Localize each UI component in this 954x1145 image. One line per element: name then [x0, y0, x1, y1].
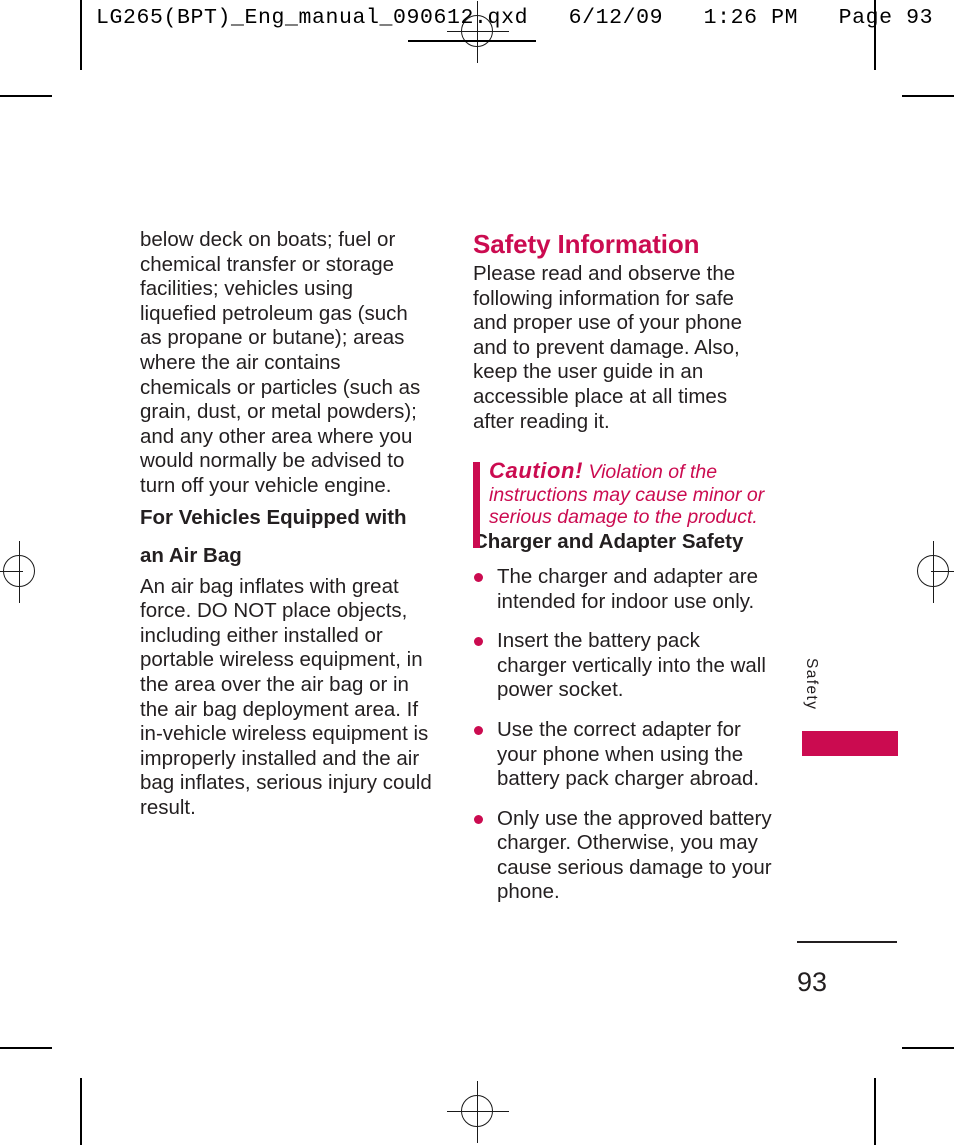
caution-text: Caution! Violation of the instructions m…: [489, 458, 773, 529]
left-paragraph-continuation: below deck on boats; fuel or chemical tr…: [140, 228, 421, 497]
caution-label: Caution!: [489, 458, 584, 484]
page-number: 93: [797, 967, 828, 997]
print-file-header: LG265(BPT)_Eng_manual_090612.qxd 6/12/09…: [96, 6, 934, 30]
caution-accent-bar: [473, 462, 480, 549]
charger-safety-bullet-list: The charger and adapter are intended for…: [473, 565, 773, 905]
list-item: Only use the approved battery charger. O…: [473, 807, 773, 905]
list-item-text: Insert the battery pack charger vertical…: [497, 629, 766, 702]
section-tab-label-safety: Safety: [803, 658, 820, 711]
right-column: Safety Information Please read and obser…: [473, 228, 773, 905]
heading-charger-and-adapter-safety: Charger and Adapter Safety: [473, 529, 744, 553]
list-item: Use the correct adapter for your phone w…: [473, 718, 773, 792]
page-title-safety-information: Safety Information: [473, 229, 700, 259]
heading-for-vehicles-equipped-with-an-air-bag: For Vehicles Equipped with an Air Bag: [140, 505, 407, 567]
manual-page: below deck on boats; fuel or chemical tr…: [0, 0, 954, 1145]
print-file-header-underline: [408, 40, 536, 42]
list-item: Insert the battery pack charger vertical…: [473, 629, 773, 703]
safety-information-intro: Please read and observe the following in…: [473, 262, 742, 433]
bullet-dot-icon: [474, 814, 483, 824]
left-column: below deck on boats; fuel or chemical tr…: [140, 228, 432, 820]
list-item-text: Only use the approved battery charger. O…: [497, 806, 772, 904]
folio-rule: [797, 941, 897, 943]
section-tab-marker: [802, 731, 898, 756]
list-item-text: Use the correct adapter for your phone w…: [497, 717, 760, 791]
left-paragraph-air-bag: An air bag inflates with great force. DO…: [140, 574, 432, 819]
bullet-dot-icon: [474, 637, 483, 647]
bullet-dot-icon: [474, 725, 483, 735]
list-item: The charger and adapter are intended for…: [473, 565, 773, 614]
list-item-text: The charger and adapter are intended for…: [497, 564, 758, 613]
bullet-dot-icon: [474, 572, 483, 582]
caution-callout: Caution! Violation of the instructions m…: [473, 458, 773, 549]
